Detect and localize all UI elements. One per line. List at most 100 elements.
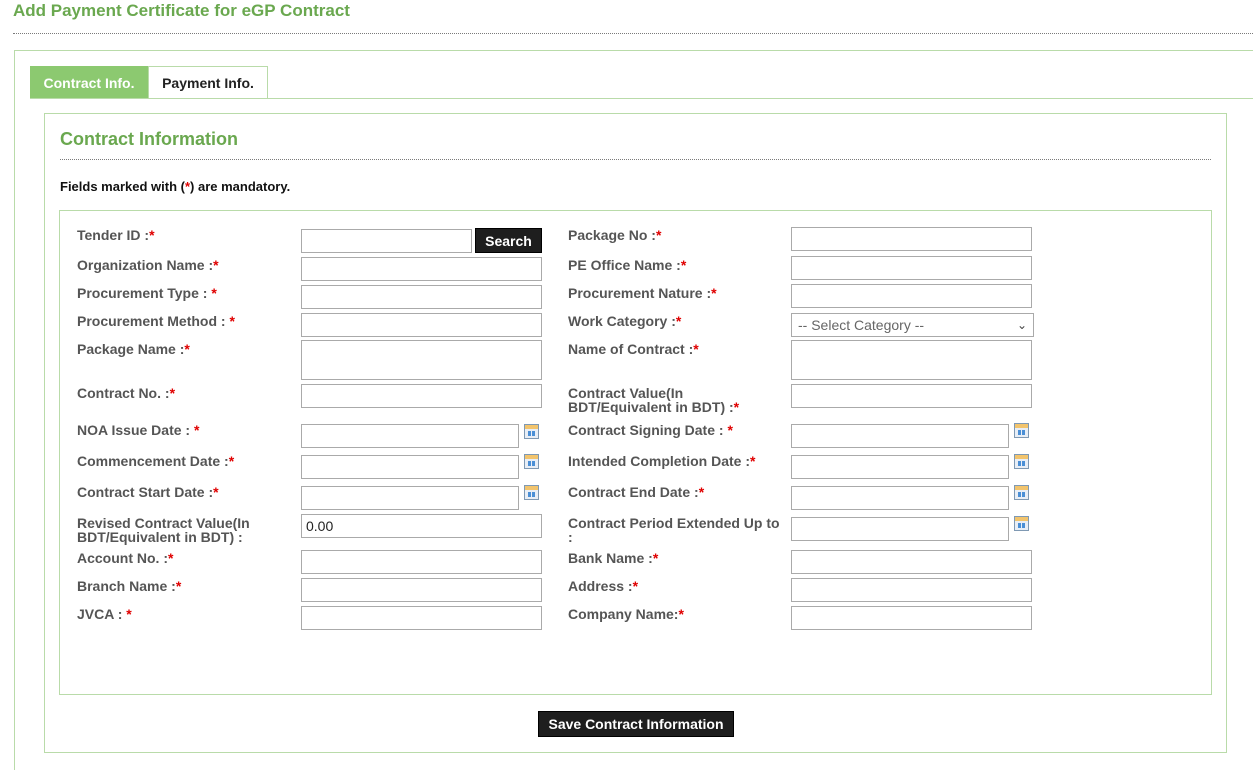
work-category-selected: -- Select Category -- [798, 317, 925, 333]
contract-value-label: Contract Value(In BDT/Equivalent in BDT)… [568, 386, 758, 414]
required-mark: * [175, 578, 182, 594]
contract-start-date-input[interactable] [301, 486, 519, 510]
mandatory-suffix: ) are mandatory. [190, 179, 291, 194]
chevron-down-icon: ⌄ [1016, 318, 1027, 332]
jvca-input[interactable] [301, 606, 542, 630]
intended-completion-date-label: Intended Completion Date :* [568, 454, 783, 468]
required-mark: * [193, 422, 200, 438]
jvca-label: JVCA : * [77, 607, 292, 621]
package-no-label: Package No :* [568, 228, 783, 242]
contract-no-label: Contract No. :* [77, 386, 292, 400]
contract-signing-date-label: Contract Signing Date : * [568, 423, 783, 437]
required-mark: * [184, 341, 190, 357]
required-mark: * [652, 550, 659, 566]
noa-issue-date-label: NOA Issue Date : * [77, 423, 292, 437]
commencement-date-label-text: Commencement Date : [77, 453, 229, 469]
calendar-icon[interactable] [1014, 485, 1029, 500]
commencement-date-input[interactable] [301, 455, 519, 479]
required-mark: * [229, 313, 235, 329]
work-category-label-text: Work Category : [568, 313, 676, 329]
calendar-icon[interactable] [1014, 516, 1029, 531]
procurement-type-label-text: Procurement Type : [77, 285, 212, 301]
company-name-label: Company Name:* [568, 607, 783, 621]
branch-name-input[interactable] [301, 578, 542, 602]
procurement-method-label-text: Procurement Method : [77, 313, 230, 329]
required-mark: * [149, 227, 155, 243]
required-mark: * [211, 285, 217, 301]
account-no-label: Account No. :* [77, 551, 292, 565]
contract-value-input[interactable] [791, 384, 1032, 408]
intended-completion-date-input[interactable] [791, 455, 1009, 479]
package-name-label: Package Name :* [77, 342, 292, 356]
branch-name-label-text: Branch Name : [77, 578, 176, 594]
calendar-icon[interactable] [524, 424, 539, 439]
revised-contract-value-input[interactable] [301, 514, 542, 538]
noa-issue-date-label-text: NOA Issue Date : [77, 422, 194, 438]
procurement-nature-label-text: Procurement Nature : [568, 285, 712, 301]
tender-id-input[interactable] [301, 229, 472, 253]
account-no-input[interactable] [301, 550, 542, 574]
contract-value-label-text: Contract Value(In BDT/Equivalent in BDT)… [568, 385, 734, 415]
mandatory-note: Fields marked with (*) are mandatory. [60, 179, 290, 194]
jvca-label-text: JVCA : [77, 606, 127, 622]
account-no-label-text: Account No. : [77, 550, 168, 566]
tab-payment-info[interactable]: Payment Info. [148, 66, 268, 98]
revised-contract-value-label: Revised Contract Value(In BDT/Equivalent… [77, 515, 250, 545]
required-mark: * [698, 484, 705, 500]
tender-id-label-text: Tender ID : [77, 227, 150, 243]
contract-signing-date-label-text: Contract Signing Date : [568, 422, 728, 438]
page-title: Add Payment Certificate for eGP Contract [13, 1, 350, 20]
required-mark: * [678, 606, 684, 622]
organization-name-input[interactable] [301, 257, 542, 281]
required-mark: * [213, 257, 219, 273]
calendar-icon[interactable] [524, 454, 539, 469]
bank-name-input[interactable] [791, 550, 1032, 574]
name-of-contract-label-text: Name of Contract : [568, 341, 694, 357]
calendar-icon[interactable] [1014, 454, 1029, 469]
procurement-method-input[interactable] [301, 313, 542, 337]
contract-end-date-input[interactable] [791, 486, 1009, 510]
calendar-icon[interactable] [1014, 423, 1029, 438]
procurement-nature-label: Procurement Nature :* [568, 286, 783, 300]
pe-office-name-input[interactable] [791, 256, 1032, 280]
package-no-label-text: Package No : [568, 227, 656, 243]
package-name-input[interactable] [301, 340, 542, 380]
required-mark: * [711, 285, 717, 301]
tab-contract-info[interactable]: Contract Info. [30, 66, 148, 98]
contract-start-date-label-text: Contract Start Date : [77, 484, 214, 500]
company-name-input[interactable] [791, 606, 1032, 630]
intended-completion-date-label-text: Intended Completion Date : [568, 453, 750, 469]
commencement-date-label: Commencement Date :* [77, 454, 292, 468]
procurement-method-label: Procurement Method : * [77, 314, 292, 328]
tender-id-label: Tender ID :* [77, 228, 292, 242]
section-title: Contract Information [60, 129, 238, 149]
pe-office-name-label-text: PE Office Name : [568, 257, 681, 273]
search-button[interactable]: Search [475, 228, 542, 253]
procurement-nature-input[interactable] [791, 284, 1032, 308]
address-input[interactable] [791, 578, 1032, 602]
organization-name-label-text: Organization Name : [77, 257, 214, 273]
address-label-text: Address : [568, 578, 633, 594]
calendar-icon[interactable] [524, 485, 539, 500]
contract-end-date-label-text: Contract End Date : [568, 484, 699, 500]
section-divider [60, 159, 1211, 160]
save-contract-information-button[interactable]: Save Contract Information [538, 711, 734, 737]
required-mark: * [168, 550, 174, 566]
organization-name-label: Organization Name :* [77, 258, 292, 272]
name-of-contract-input[interactable] [791, 340, 1032, 380]
procurement-type-input[interactable] [301, 285, 542, 309]
contract-no-input[interactable] [301, 384, 542, 408]
contract-period-extended-input[interactable] [791, 517, 1009, 541]
bank-name-label: Bank Name :* [568, 551, 783, 565]
contract-signing-date-input[interactable] [791, 424, 1009, 448]
required-mark: * [655, 227, 662, 243]
required-mark: * [213, 484, 219, 500]
mandatory-prefix: Fields marked with ( [60, 179, 185, 194]
required-mark: * [228, 453, 235, 469]
work-category-select[interactable]: -- Select Category -- ⌄ [791, 313, 1034, 337]
company-name-label-text: Company Name: [568, 606, 679, 622]
package-name-label-text: Package Name : [77, 341, 185, 357]
noa-issue-date-input[interactable] [301, 424, 519, 448]
package-no-input[interactable] [791, 227, 1032, 251]
title-divider [13, 33, 1253, 34]
